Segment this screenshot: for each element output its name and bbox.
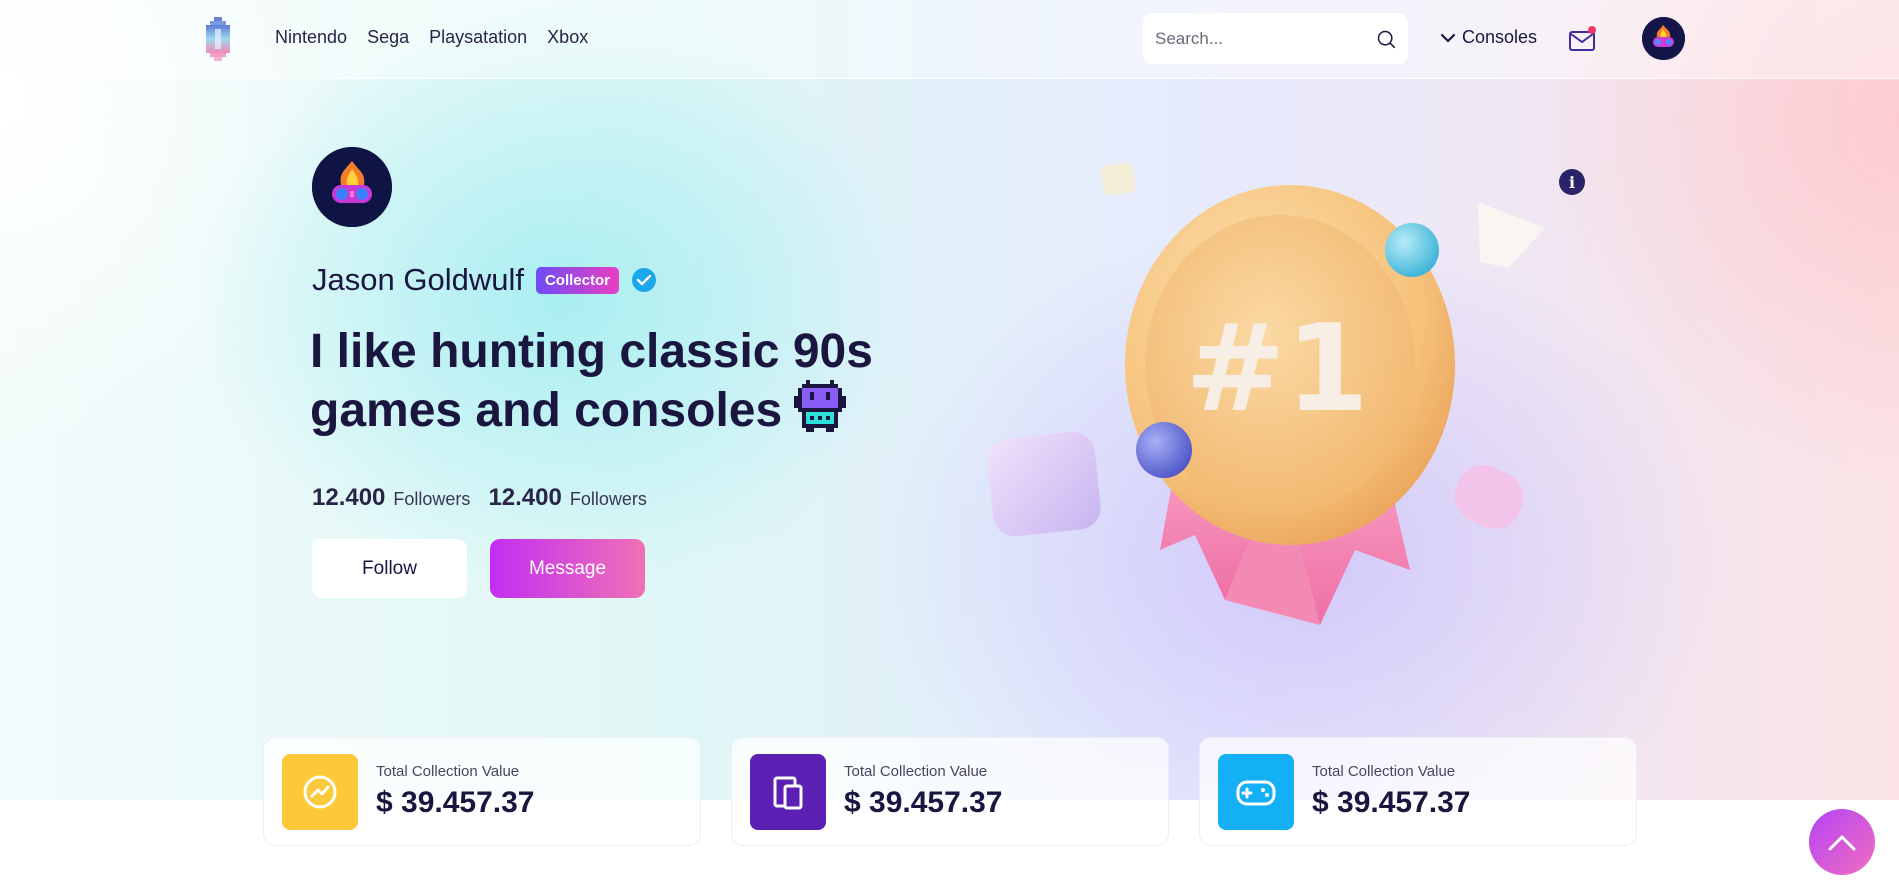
card-value: $ 39.457.37: [1312, 786, 1471, 819]
stat-label: Followers: [393, 489, 471, 509]
consoles-label: Consoles: [1462, 27, 1538, 47]
card-icon-box: [750, 753, 826, 830]
card-text: Total Collection Value $ 39.457.37: [376, 763, 534, 820]
main-nav: Nintendo Sega Playsatation Xbox: [275, 27, 588, 48]
card-label: Total Collection Value: [844, 763, 988, 780]
collection-card[interactable]: Total Collection Value $ 39.457.37: [263, 737, 701, 846]
profile-avatar: [312, 147, 392, 227]
nav-link-nintendo[interactable]: Nintendo: [275, 27, 347, 48]
info-icon[interactable]: i: [1559, 169, 1585, 195]
medal-illustration: #1: [987, 162, 1545, 625]
scroll-to-top-button[interactable]: [1809, 809, 1875, 875]
search-input[interactable]: [1155, 28, 1376, 49]
devices-icon: [773, 776, 803, 809]
trend-up-icon: [303, 775, 337, 808]
card-text: Total Collection Value $ 39.457.37: [1312, 763, 1470, 820]
card-value: $ 39.457.37: [844, 786, 1003, 819]
search-icon[interactable]: [1376, 27, 1396, 51]
card-icon-box: [1218, 753, 1294, 830]
collection-cards: Total Collection Value $ 39.457.37 Total…: [263, 737, 1637, 846]
consoles-dropdown[interactable]: Consoles: [1440, 27, 1537, 48]
nav-link-playstation[interactable]: Playsatation: [429, 27, 527, 48]
mail-icon[interactable]: [1569, 26, 1597, 52]
gamepad-icon: [1236, 780, 1276, 805]
profile-stats: 12.400 Followers 12.400 Followers: [312, 484, 647, 512]
stat-followers[interactable]: 12.400 Followers: [488, 484, 646, 512]
search-box: [1143, 13, 1408, 64]
collection-card[interactable]: Total Collection Value $ 39.457.37: [731, 737, 1169, 846]
pixel-monster-icon: [794, 380, 847, 432]
chevron-up-icon: [1828, 835, 1856, 851]
nav-link-xbox[interactable]: Xbox: [547, 27, 588, 48]
profile-headline: I like hunting classic 90s games and con…: [310, 324, 930, 439]
chevron-down-icon: [1440, 33, 1456, 42]
gamer-avatar-icon: [312, 147, 392, 227]
site-logo[interactable]: [204, 17, 232, 61]
user-avatar[interactable]: [1642, 17, 1685, 60]
card-label: Total Collection Value: [1312, 763, 1456, 780]
medal-text: #1: [1185, 300, 1369, 439]
headline-text: I like hunting classic 90s games and con…: [310, 325, 873, 437]
stat-value: 12.400: [312, 484, 386, 511]
card-icon-box: [282, 753, 358, 830]
card-label: Total Collection Value: [376, 763, 520, 780]
top-navbar: Nintendo Sega Playsatation Xbox Consoles: [0, 0, 1899, 79]
verified-check-icon: [631, 268, 656, 292]
profile-name-row: Jason Goldwulf Collector: [312, 262, 657, 298]
nav-link-sega[interactable]: Sega: [367, 27, 409, 48]
stat-value: 12.400: [488, 484, 562, 511]
card-value: $ 39.457.37: [376, 786, 535, 819]
profile-name: Jason Goldwulf: [312, 262, 524, 297]
gamer-avatar-icon: [1642, 17, 1685, 60]
stat-label: Followers: [569, 489, 647, 509]
stat-followers[interactable]: 12.400 Followers: [312, 484, 470, 512]
collector-badge: Collector: [535, 266, 619, 294]
card-text: Total Collection Value $ 39.457.37: [844, 763, 1002, 820]
notification-dot: [1588, 26, 1596, 34]
collection-card[interactable]: Total Collection Value $ 39.457.37: [1199, 737, 1637, 846]
follow-button[interactable]: Follow: [312, 539, 467, 598]
hero-background: [0, 0, 1899, 800]
message-button[interactable]: Message: [490, 539, 645, 598]
